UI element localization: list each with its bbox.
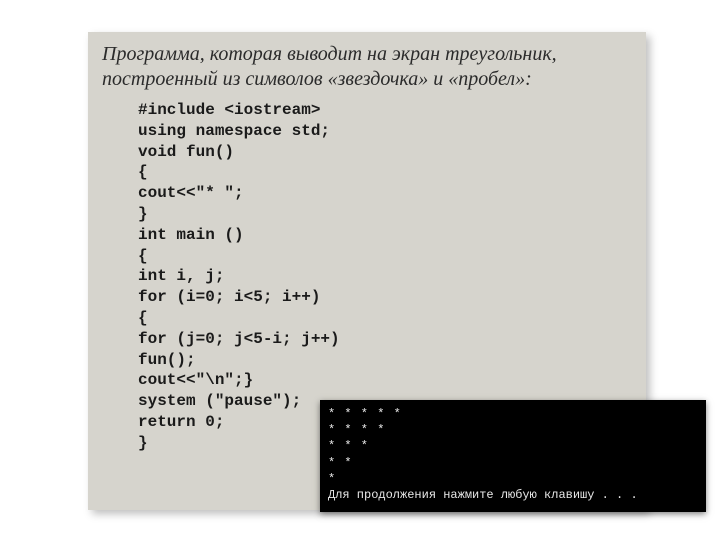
code-line: fun(); [138, 351, 196, 369]
heading-line-1: Программа, которая выводит на экран треу… [102, 43, 557, 65]
console-pause: Для продолжения нажмите любую клавишу . … [328, 488, 638, 502]
code-line: #include <iostream> [138, 101, 320, 119]
code-line: using namespace std; [138, 122, 330, 140]
code-line: return 0; [138, 413, 224, 431]
code-line: { [138, 163, 148, 181]
console-row: * * [328, 456, 353, 470]
code-line: int i, j; [138, 267, 224, 285]
console-row: * * * * * [328, 407, 402, 421]
console-row: * * * [328, 439, 369, 453]
code-line: int main () [138, 226, 244, 244]
code-line: cout<<"* "; [138, 184, 244, 202]
code-line: for (i=0; i<5; i++) [138, 288, 320, 306]
code-line: { [138, 309, 148, 327]
heading-line-2: построенный из символов «звездочка» и «п… [102, 68, 532, 90]
console-row: * [328, 472, 336, 486]
code-line: { [138, 247, 148, 265]
code-line: cout<<"\n";} [138, 371, 253, 389]
code-line: system ("pause"); [138, 392, 301, 410]
heading: Программа, которая выводит на экран треу… [102, 42, 632, 92]
code-line: } [138, 434, 148, 452]
console-row: * * * * [328, 423, 385, 437]
code-line: } [138, 205, 148, 223]
slide: Программа, которая выводит на экран треу… [0, 0, 720, 540]
console-output: * * * * * * * * * * * * * * * Для продол… [320, 400, 706, 512]
code-line: for (j=0; j<5-i; j++) [138, 330, 340, 348]
code-line: void fun() [138, 143, 234, 161]
